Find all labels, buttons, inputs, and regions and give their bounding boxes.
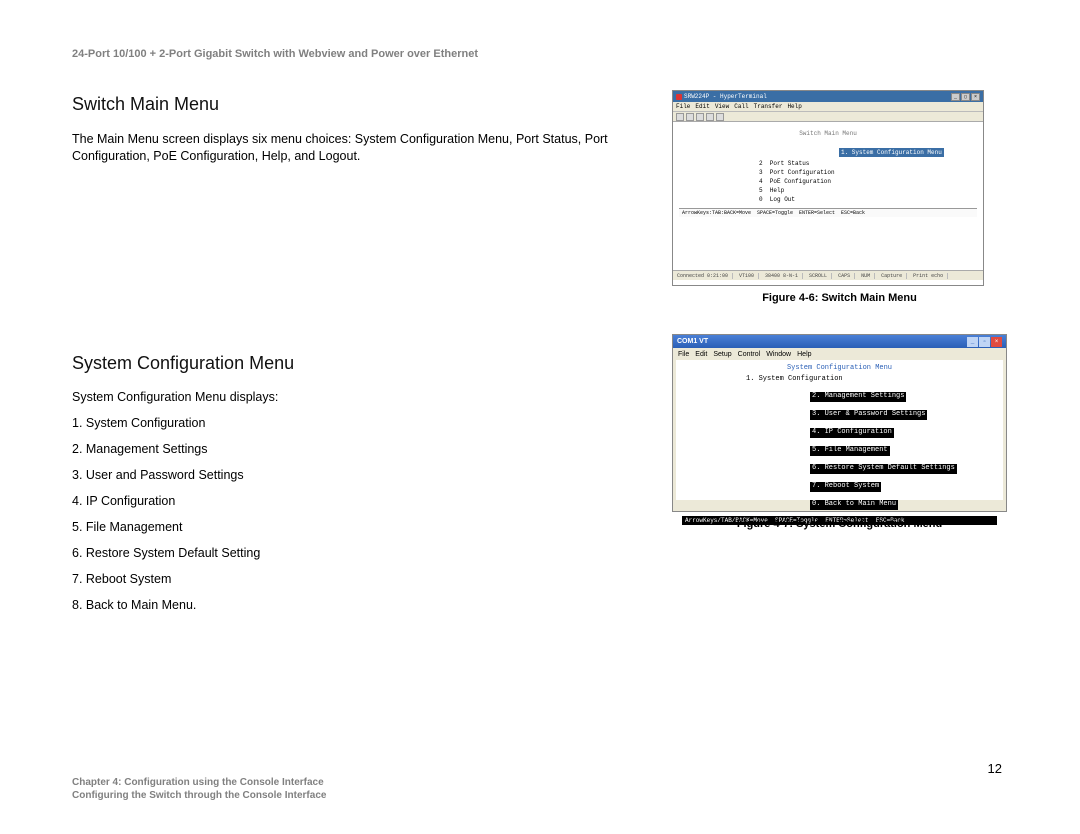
terminal-screen-title: System Configuration Menu [682, 364, 997, 372]
vt-terminal-window: COM1 VT _ ▫ × File Edit Setup Control Wi… [672, 334, 1007, 512]
window-titlebar: SRW224P - HyperTerminal _ ▢ × [673, 91, 983, 102]
maximize-icon: ▫ [979, 337, 990, 347]
footer-line: Chapter 4: Configuration using the Conso… [72, 776, 326, 789]
window-menubar: File Edit View Call Transfer Help [673, 102, 983, 112]
app-icon [676, 94, 682, 100]
statusbar-cell: 38400 8-N-1 [765, 273, 803, 279]
menu-item: Window [766, 351, 791, 358]
window-toolbar [673, 112, 983, 122]
figure-caption: Figure 4-6: Switch Main Menu [672, 292, 1007, 304]
statusbar-cell: Capture [881, 273, 907, 279]
list-item: 6. Restore System Default Setting [72, 546, 672, 560]
window-menubar: File Edit Setup Control Window Help [673, 348, 1006, 360]
terminal-menu-line: 0. Back to Main Menu [810, 500, 898, 509]
toolbar-icon [676, 113, 684, 121]
section-heading-system-config: System Configuration Menu [72, 353, 672, 374]
menu-item: File [678, 351, 689, 358]
terminal-menu-line: 5 Help [759, 186, 977, 195]
statusbar-cell: Print echo [913, 273, 948, 279]
minimize-icon: _ [951, 93, 960, 101]
statusbar-cell: Connected 0:21:00 [677, 273, 733, 279]
menu-item: View [715, 103, 729, 110]
section-intro-system-config: System Configuration Menu displays: [72, 390, 672, 404]
terminal-menu-line: 3. User & Password Settings [810, 410, 927, 419]
statusbar-cell: VT100 [739, 273, 759, 279]
terminal-helpbar: ArrowKeys:TAB:BACK=Move SPACE=Toggle ENT… [679, 208, 977, 217]
menu-item: Transfer [754, 103, 783, 110]
window-titlebar: COM1 VT _ ▫ × [673, 335, 1006, 348]
terminal-menu-line: 4 PoE Configuration [759, 177, 977, 186]
terminal-screen-title: Switch Main Menu [679, 130, 977, 137]
toolbar-icon [696, 113, 704, 121]
list-item: 7. Reboot System [72, 572, 672, 586]
terminal-canvas: Switch Main Menu 1. System Configuration… [673, 122, 983, 270]
window-statusbar: Connected 0:21:00 VT100 38400 8-N-1 SCRO… [673, 270, 983, 280]
document-footer: Chapter 4: Configuration using the Conso… [72, 776, 326, 802]
system-config-list: 1. System Configuration 2. Management Se… [72, 416, 672, 612]
hyperterminal-window: SRW224P - HyperTerminal _ ▢ × File Edit … [672, 90, 984, 286]
menu-item: Control [738, 351, 761, 358]
toolbar-icon [716, 113, 724, 121]
terminal-menu-line: 0 Log Out [759, 195, 977, 204]
menu-item: Call [734, 103, 748, 110]
list-item: 5. File Management [72, 520, 672, 534]
list-item: 8. Back to Main Menu. [72, 598, 672, 612]
toolbar-icon [706, 113, 714, 121]
statusbar-cell: SCROLL [809, 273, 832, 279]
terminal-menu-line: 2. Management Settings [810, 392, 906, 401]
close-icon: × [971, 93, 980, 101]
window-title: SRW224P - HyperTerminal [684, 93, 767, 100]
window-title: COM1 VT [677, 338, 708, 345]
list-item: 4. IP Configuration [72, 494, 672, 508]
page-number: 12 [988, 761, 1002, 776]
maximize-icon: ▢ [961, 93, 970, 101]
menu-item: Edit [695, 103, 709, 110]
figure-block-system-config: COM1 VT _ ▫ × File Edit Setup Control Wi… [672, 334, 1007, 530]
terminal-canvas: System Configuration Menu 1. System Conf… [676, 360, 1003, 500]
terminal-menu-line: 2 Port Status [759, 159, 977, 168]
terminal-menu-line: 6. Restore System Default Settings [810, 464, 957, 473]
terminal-menu-line: 4. IP Configuration [810, 428, 894, 437]
minimize-icon: _ [967, 337, 978, 347]
terminal-menu-line-selected: 1. System Configuration Menu [839, 148, 944, 157]
list-item: 1. System Configuration [72, 416, 672, 430]
menu-item: Setup [713, 351, 731, 358]
terminal-menu-line: 1. System Configuration [746, 375, 997, 384]
terminal-menu-line: 5. File Management [810, 446, 890, 455]
statusbar-cell: CAPS [838, 273, 855, 279]
footer-line: Configuring the Switch through the Conso… [72, 789, 326, 802]
statusbar-cell: NUM [861, 273, 875, 279]
terminal-menu-line: 3 Port Configuration [759, 168, 977, 177]
section-body-main-menu: The Main Menu screen displays six menu c… [72, 131, 652, 165]
menu-item: Edit [695, 351, 707, 358]
menu-item: Help [787, 103, 801, 110]
list-item: 2. Management Settings [72, 442, 672, 456]
menu-item: File [676, 103, 690, 110]
list-item: 3. User and Password Settings [72, 468, 672, 482]
section-heading-main-menu: Switch Main Menu [72, 94, 672, 115]
document-header: 24-Port 10/100 + 2-Port Gigabit Switch w… [72, 48, 1008, 60]
figure-block-main-menu: SRW224P - HyperTerminal _ ▢ × File Edit … [672, 90, 1007, 304]
close-icon: × [991, 337, 1002, 347]
terminal-menu-line: 7. Reboot System [810, 482, 881, 491]
menu-item: Help [797, 351, 811, 358]
toolbar-icon [686, 113, 694, 121]
